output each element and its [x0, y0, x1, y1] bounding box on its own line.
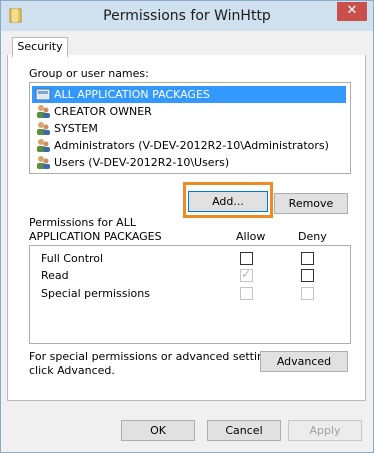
- user-list[interactable]: ALL APPLICATION PACKAGES CREATOR OWNER S…: [29, 82, 351, 174]
- cancel-button[interactable]: Cancel: [207, 420, 281, 441]
- special-deny-checkbox[interactable]: [301, 287, 314, 300]
- user-group-icon: [37, 139, 50, 152]
- group-label: Group or user names:: [29, 67, 149, 80]
- user-name: Users (V-DEV-2012R2-10\Users): [54, 156, 230, 169]
- tab-security[interactable]: Security: [12, 37, 68, 57]
- perm-name-special: Special permissions: [41, 287, 150, 300]
- close-button[interactable]: ✕: [337, 2, 367, 21]
- add-button-highlight: [183, 182, 273, 218]
- allow-column-header: Allow: [236, 230, 266, 243]
- user-name: Administrators (V-DEV-2012R2-10\Administ…: [54, 139, 329, 152]
- window-title: Permissions for WinHttp: [103, 8, 271, 24]
- deny-column-header: Deny: [298, 230, 327, 243]
- close-icon: ✕: [346, 3, 358, 18]
- perm-name-full-control: Full Control: [41, 252, 104, 265]
- perm-name-read: Read: [41, 269, 69, 282]
- user-name: CREATOR OWNER: [54, 105, 152, 118]
- ok-button[interactable]: OK: [121, 420, 195, 441]
- permissions-header-line1: Permissions for ALL: [29, 216, 136, 229]
- read-allow-checkbox[interactable]: ✓: [240, 267, 253, 282]
- package-icon: [35, 88, 51, 101]
- advanced-hint-line2: click Advanced.: [29, 364, 115, 377]
- user-name: ALL APPLICATION PACKAGES: [54, 88, 210, 101]
- user-group-icon: [37, 105, 50, 118]
- permissions-dialog: Permissions for WinHttp ✕ Security Group…: [0, 0, 374, 453]
- advanced-hint-line1: For special permissions or advanced sett…: [29, 350, 281, 363]
- user-item-all-application-packages[interactable]: ALL APPLICATION PACKAGES: [32, 86, 346, 103]
- user-item-system[interactable]: SYSTEM: [32, 120, 98, 137]
- user-item-administrators[interactable]: Administrators (V-DEV-2012R2-10\Administ…: [32, 137, 329, 154]
- user-item-users[interactable]: Users (V-DEV-2012R2-10\Users): [32, 154, 229, 171]
- full-control-allow-checkbox[interactable]: [240, 252, 253, 265]
- read-deny-checkbox[interactable]: [301, 269, 314, 282]
- user-group-icon: [37, 122, 50, 135]
- user-item-creator-owner[interactable]: CREATOR OWNER: [32, 103, 152, 120]
- checkmark-icon: ✓: [241, 267, 252, 281]
- apply-button[interactable]: Apply: [288, 420, 362, 441]
- advanced-button[interactable]: Advanced: [260, 351, 348, 372]
- user-name: SYSTEM: [54, 122, 98, 135]
- remove-button[interactable]: Remove: [274, 193, 348, 214]
- full-control-deny-checkbox[interactable]: [301, 252, 314, 265]
- permissions-list: Full Control Read ✓ Special permissions: [29, 245, 351, 344]
- permissions-header-line2: APPLICATION PACKAGES: [29, 230, 162, 243]
- user-group-icon: [37, 156, 50, 169]
- special-allow-checkbox[interactable]: [240, 287, 253, 300]
- title-bar[interactable]: Permissions for WinHttp ✕: [1, 1, 373, 31]
